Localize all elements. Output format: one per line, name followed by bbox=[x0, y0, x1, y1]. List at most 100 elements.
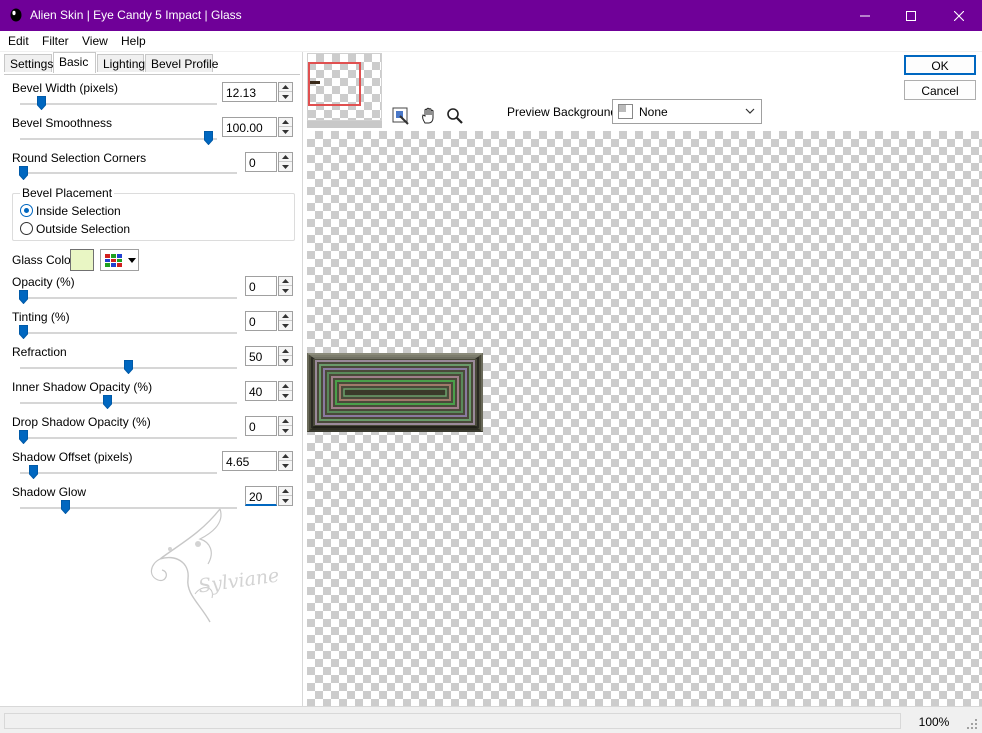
spin-down-icon[interactable] bbox=[279, 321, 292, 330]
thumbnail-viewport-rect[interactable] bbox=[308, 62, 361, 106]
tinting-spinner[interactable] bbox=[278, 311, 293, 331]
tab-settings[interactable]: Settings bbox=[4, 54, 53, 72]
spin-up-icon[interactable] bbox=[279, 83, 292, 92]
glass-color-swatch[interactable] bbox=[70, 249, 94, 271]
round-corners-spinner[interactable] bbox=[278, 152, 293, 172]
drop-shadow-opacity-slider[interactable] bbox=[19, 430, 28, 444]
maximize-button[interactable] bbox=[888, 0, 934, 31]
shadow-offset-track bbox=[20, 472, 217, 474]
spin-up-icon[interactable] bbox=[279, 487, 292, 496]
background-swatch-icon bbox=[618, 104, 633, 119]
thumbnail-object-mark bbox=[310, 81, 320, 84]
opacity-input[interactable]: 0 bbox=[245, 276, 277, 296]
preview-background-value: None bbox=[639, 105, 668, 119]
bevel-width-spinner[interactable] bbox=[278, 82, 293, 102]
resize-grip-icon[interactable] bbox=[966, 718, 978, 730]
outside-selection-label[interactable]: Outside Selection bbox=[36, 222, 130, 236]
shadow-offset-input[interactable]: 4.65 bbox=[222, 451, 277, 471]
spin-down-icon[interactable] bbox=[279, 391, 292, 400]
menu-view[interactable]: View bbox=[82, 34, 108, 48]
opacity-track bbox=[20, 297, 237, 299]
spin-down-icon[interactable] bbox=[279, 92, 292, 101]
bevel-smoothness-label: Bevel Smoothness bbox=[12, 116, 113, 130]
spin-up-icon[interactable] bbox=[279, 452, 292, 461]
round-corners-slider[interactable] bbox=[19, 166, 28, 180]
glass-rectangle-preview bbox=[307, 353, 483, 432]
refraction-input[interactable]: 50 bbox=[245, 346, 277, 366]
spin-down-icon[interactable] bbox=[279, 162, 292, 171]
drop-shadow-opacity-spinner[interactable] bbox=[278, 416, 293, 436]
refraction-label: Refraction bbox=[12, 345, 67, 359]
shadow-glow-input[interactable]: 20 bbox=[245, 486, 277, 506]
navigator-icon[interactable] bbox=[390, 105, 412, 127]
inner-shadow-opacity-input[interactable]: 40 bbox=[245, 381, 277, 401]
bevel-smoothness-slider[interactable] bbox=[204, 131, 213, 145]
bevel-smoothness-track bbox=[20, 138, 217, 140]
spin-up-icon[interactable] bbox=[279, 118, 292, 127]
spin-up-icon[interactable] bbox=[279, 417, 292, 426]
tinting-input[interactable]: 0 bbox=[245, 311, 277, 331]
cancel-button[interactable]: Cancel bbox=[904, 80, 976, 100]
round-corners-track bbox=[20, 172, 237, 174]
preview-thumbnail[interactable] bbox=[307, 53, 382, 121]
bevel-smoothness-input[interactable]: 100.00 bbox=[222, 117, 277, 137]
refraction-spinner[interactable] bbox=[278, 346, 293, 366]
spin-down-icon[interactable] bbox=[279, 286, 292, 295]
menu-help[interactable]: Help bbox=[121, 34, 146, 48]
spin-up-icon[interactable] bbox=[279, 312, 292, 321]
preview-canvas[interactable] bbox=[307, 131, 982, 706]
status-bar: 100% bbox=[0, 706, 982, 733]
bevel-width-input[interactable]: 12.13 bbox=[222, 82, 277, 102]
shadow-glow-spinner[interactable] bbox=[278, 486, 293, 506]
drop-shadow-opacity-track bbox=[20, 437, 237, 439]
bevel-width-label: Bevel Width (pixels) bbox=[12, 81, 119, 95]
shadow-offset-spinner[interactable] bbox=[278, 451, 293, 471]
opacity-slider[interactable] bbox=[19, 290, 28, 304]
tinting-label: Tinting (%) bbox=[12, 310, 70, 324]
bevel-width-slider[interactable] bbox=[36, 96, 46, 110]
refraction-slider[interactable] bbox=[123, 360, 133, 374]
inside-selection-radio[interactable] bbox=[20, 204, 33, 217]
opacity-spinner[interactable] bbox=[278, 276, 293, 296]
spin-up-icon[interactable] bbox=[279, 382, 292, 391]
inner-shadow-opacity-spinner[interactable] bbox=[278, 381, 293, 401]
spin-up-icon[interactable] bbox=[279, 153, 292, 162]
spin-down-icon[interactable] bbox=[279, 127, 292, 136]
ok-button[interactable]: OK bbox=[904, 55, 976, 75]
tinting-track bbox=[20, 332, 237, 334]
window-title: Alien Skin | Eye Candy 5 Impact | Glass bbox=[30, 8, 242, 22]
tinting-slider[interactable] bbox=[19, 325, 28, 339]
drop-shadow-opacity-label: Drop Shadow Opacity (%) bbox=[12, 415, 151, 429]
zoom-icon[interactable] bbox=[444, 105, 466, 127]
inner-shadow-opacity-slider[interactable] bbox=[102, 395, 112, 409]
inner-shadow-opacity-track bbox=[20, 402, 237, 404]
thumbnail-scrollbar[interactable] bbox=[307, 121, 382, 128]
menu-filter[interactable]: Filter bbox=[42, 34, 69, 48]
spin-up-icon[interactable] bbox=[279, 347, 292, 356]
menu-bar: Edit Filter View Help bbox=[0, 31, 982, 51]
shadow-offset-slider[interactable] bbox=[29, 465, 39, 479]
inner-shadow-opacity-label: Inner Shadow Opacity (%) bbox=[12, 380, 153, 394]
glass-color-dropdown[interactable] bbox=[100, 249, 139, 271]
tab-bevel-profile[interactable]: Bevel Profile bbox=[145, 54, 218, 72]
tab-basic[interactable]: Basic bbox=[53, 52, 96, 73]
minimize-button[interactable] bbox=[842, 0, 888, 31]
preview-background-label: Preview Background: bbox=[507, 105, 621, 119]
tab-lighting[interactable]: Lighting bbox=[97, 54, 145, 72]
inside-selection-label[interactable]: Inside Selection bbox=[36, 204, 121, 218]
bevel-smoothness-spinner[interactable] bbox=[278, 117, 293, 137]
round-corners-input[interactable]: 0 bbox=[245, 152, 277, 172]
round-corners-label: Round Selection Corners bbox=[12, 151, 147, 165]
hand-icon[interactable] bbox=[418, 105, 440, 127]
preview-background-select[interactable]: None bbox=[612, 99, 762, 124]
close-button[interactable] bbox=[936, 0, 982, 31]
shadow-glow-slider[interactable] bbox=[60, 500, 70, 514]
spin-down-icon[interactable] bbox=[279, 426, 292, 435]
tab-divider bbox=[4, 74, 300, 75]
drop-shadow-opacity-input[interactable]: 0 bbox=[245, 416, 277, 436]
outside-selection-radio[interactable] bbox=[20, 222, 33, 235]
spin-down-icon[interactable] bbox=[279, 356, 292, 365]
menu-edit[interactable]: Edit bbox=[8, 34, 29, 48]
spin-down-icon[interactable] bbox=[279, 461, 292, 470]
spin-up-icon[interactable] bbox=[279, 277, 292, 286]
